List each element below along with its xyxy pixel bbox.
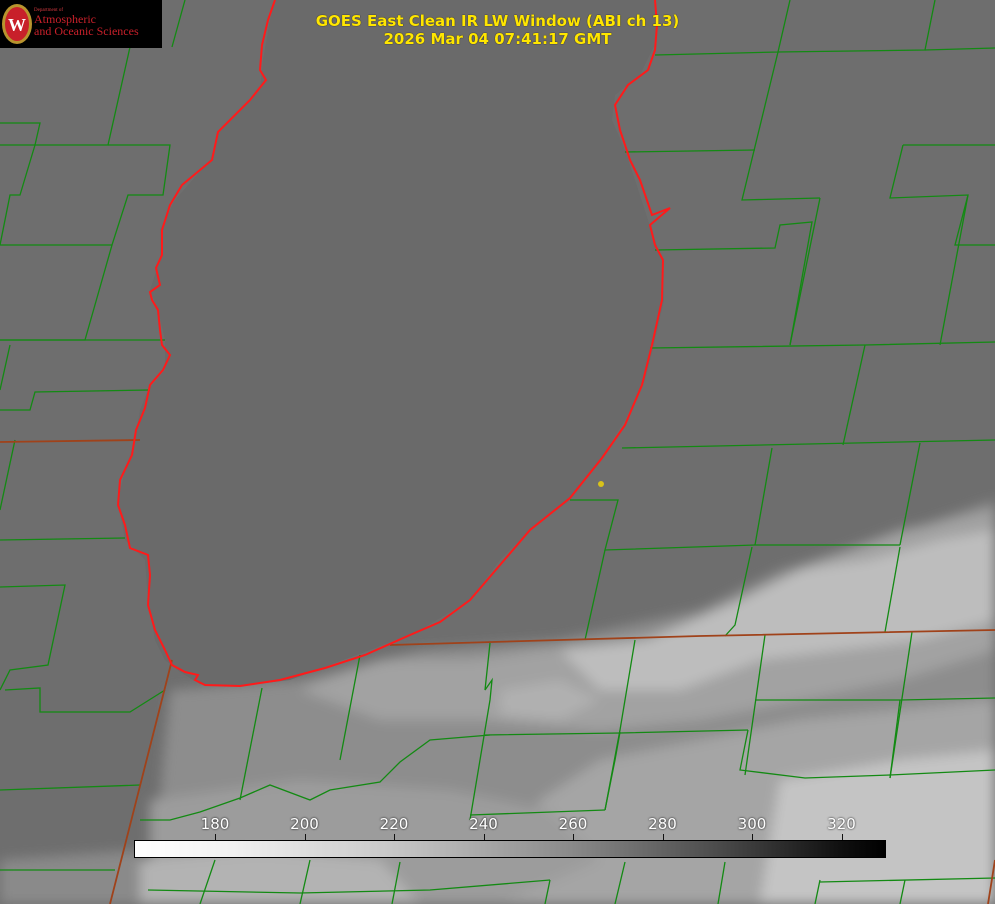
colorbar-tick-label: 300 (737, 815, 767, 833)
colorbar (134, 840, 886, 858)
image-title: GOES East Clean IR LW Window (ABI ch 13)… (0, 12, 995, 48)
colorbar-tick-label: 180 (200, 815, 230, 833)
satellite-map (0, 0, 995, 904)
colorbar-tick-label: 200 (290, 815, 319, 833)
colorbar-tick-label: 320 (827, 815, 856, 833)
title-line1: GOES East Clean IR LW Window (ABI ch 13) (315, 12, 680, 30)
colorbar-tick-label: 260 (558, 815, 588, 833)
colorbar-tick-label: 240 (469, 815, 498, 833)
station-dot (598, 481, 604, 487)
title-line2: 2026 Mar 04 07:41:17 GMT (383, 30, 612, 48)
colorbar-tick-label: 280 (648, 815, 677, 833)
colorbar-tick-label: 220 (379, 815, 409, 833)
